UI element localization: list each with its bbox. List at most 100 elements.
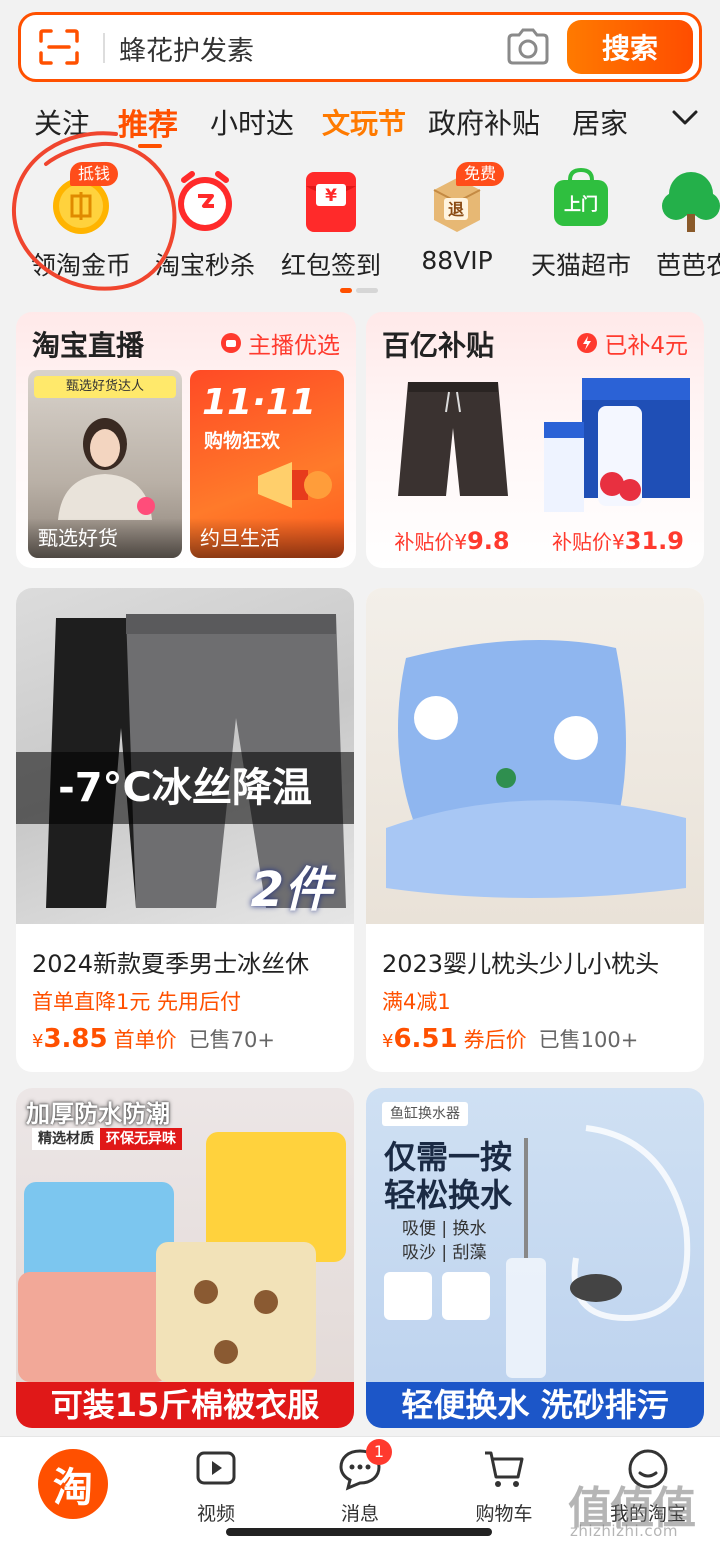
svg-text:上门: 上门 xyxy=(564,194,598,215)
tab-gov-subsidy[interactable]: 政府补贴 xyxy=(428,102,540,142)
scan-icon[interactable] xyxy=(39,29,79,65)
shortcut-badge: 免费 xyxy=(456,162,505,186)
live-caption: 约旦生活 xyxy=(190,518,344,558)
yogurt-box-image xyxy=(544,378,690,512)
shortcut-label: 红包签到 xyxy=(280,251,381,280)
tab-follow[interactable]: 关注 xyxy=(34,102,90,142)
pillow-image xyxy=(386,640,686,898)
search-input[interactable] xyxy=(119,25,499,71)
live-tag-text: 主播优选 xyxy=(248,333,340,359)
shortcut-88vip[interactable]: 退 免费 88VIP xyxy=(394,160,520,278)
product-image[interactable]: 鱼缸换水器 仅需一按 轻松换水 吸便 | 换水 吸沙 | 刮藻 轻便换水 洗砂排… xyxy=(366,1088,704,1428)
search-button[interactable]: 搜索 xyxy=(567,20,693,74)
subsidy-tag: 已补4元 xyxy=(576,326,688,360)
storage-bags-image xyxy=(18,1132,346,1382)
camera-icon[interactable] xyxy=(505,27,551,67)
site-watermark: 值值值 zhizhizhi.com xyxy=(568,1483,696,1540)
live-stream-card[interactable]: 淘宝直播 主播优选 甄选好货达人 甄选好货 11·11 购物狂欢 约旦生活 xyxy=(16,312,356,568)
nav-cart[interactable]: 购物车 xyxy=(454,1447,554,1527)
product-price-line: ¥3.85 首单价 已售70+ xyxy=(32,1024,275,1054)
shortcut-farm[interactable]: 芭芭农 xyxy=(644,160,720,278)
live-badge-icon xyxy=(221,333,241,353)
message-count-badge: 1 xyxy=(366,1439,392,1465)
megaphone-icon xyxy=(258,462,332,508)
subsidy-price: 补贴价¥31.9 xyxy=(552,527,684,555)
shortcut-flash-sale[interactable]: 淘宝秒杀 xyxy=(142,160,268,280)
product-promo: 满4减1 xyxy=(382,990,451,1014)
shortcut-red-packet[interactable]: ¥ 红包签到 xyxy=(268,160,394,280)
tab-festival[interactable]: 文玩节 xyxy=(322,102,406,142)
poster-title: 11·11 xyxy=(202,382,316,423)
tree-icon xyxy=(662,172,720,232)
subsidy-title: 百亿补贴 xyxy=(382,329,495,362)
shortcut-label: 领淘金币 xyxy=(30,251,131,280)
subsidy-card[interactable]: 百亿补贴 已补4元 补贴价¥9.8 补贴价¥31.9 xyxy=(366,312,704,568)
tab-home[interactable]: 居家 xyxy=(572,102,628,142)
live-tag: 主播优选 xyxy=(220,326,340,360)
category-tabs: 关注 推荐 小时达 文玩节 政府补贴 居家 xyxy=(0,96,720,156)
tmall-shopping-bag-icon: 上门 xyxy=(554,167,608,226)
nav-label: 购物车 xyxy=(475,1503,533,1525)
product-card[interactable]: 2023婴儿枕头少儿小枕头 满4减1 ¥6.51 券后价 已售100+ xyxy=(366,588,704,1072)
search-bar: 搜索 xyxy=(18,12,702,82)
product-promo: 首单直降1元 先用后付 xyxy=(32,990,242,1014)
product-card[interactable]: 加厚防水防潮 精选材质 环保无异味 可装15斤棉被衣服 xyxy=(16,1088,354,1428)
product-sold: 已售70+ xyxy=(188,1028,275,1052)
shortcut-label: 淘宝秒杀 xyxy=(154,251,255,280)
shortcut-page-indicator xyxy=(340,288,380,294)
shortcut-gold-coin[interactable]: 抵钱 领淘金币 xyxy=(18,160,144,280)
red-packet-icon: ¥ xyxy=(306,172,356,232)
live-banner: 甄选好货达人 xyxy=(34,376,176,398)
svg-text:退: 退 xyxy=(448,200,464,219)
chevron-down-icon[interactable] xyxy=(670,106,700,130)
live-caption: 甄选好货 xyxy=(28,518,182,558)
flash-sale-clock-icon xyxy=(178,171,232,231)
product-card[interactable]: 鱼缸换水器 仅需一按 轻松换水 吸便 | 换水 吸沙 | 刮藻 轻便换水 洗砂排… xyxy=(366,1088,704,1428)
subsidy-price: 补贴价¥9.8 xyxy=(394,527,510,555)
nav-label: 消息 xyxy=(340,1503,379,1525)
live-title: 淘宝直播 xyxy=(32,329,145,362)
home-indicator xyxy=(226,1528,492,1536)
search-divider xyxy=(103,33,105,63)
shortcut-label: 芭芭农 xyxy=(656,251,720,278)
shortcut-tmall-supermarket[interactable]: 上门 天猫超市 xyxy=(518,160,644,280)
product-name: 2023婴儿枕头少儿小枕头 xyxy=(382,950,660,978)
shorts-image xyxy=(398,382,508,496)
active-tab-indicator xyxy=(138,144,162,148)
shortcut-label: 88VIP xyxy=(421,246,493,275)
product-card[interactable]: -7°C冰丝降温 2件 2024新款夏季男士冰丝休 首单直降1元 先用后付 ¥3… xyxy=(16,588,354,1072)
product-sold: 已售100+ xyxy=(538,1028,639,1052)
taobao-home-icon[interactable]: 淘 xyxy=(38,1449,108,1519)
svg-text:¥: ¥ xyxy=(325,186,337,206)
product-overlay-headline: -7°C冰丝降温 xyxy=(16,752,354,824)
subsidy-item[interactable]: 补贴价¥9.8 xyxy=(372,370,532,560)
cart-icon xyxy=(485,1451,524,1487)
live-thumbnail[interactable]: 11·11 购物狂欢 约旦生活 xyxy=(190,370,344,558)
product-image[interactable]: -7°C冰丝降温 2件 xyxy=(16,588,354,924)
product-image[interactable] xyxy=(366,588,704,924)
product-price: 6.51 xyxy=(393,1024,458,1054)
product-image[interactable]: 加厚防水防潮 精选材质 环保无异味 可装15斤棉被衣服 xyxy=(16,1088,354,1428)
tab-recommend[interactable]: 推荐 xyxy=(118,100,178,144)
shortcut-badge: 抵钱 xyxy=(70,162,119,186)
tab-hourly-delivery[interactable]: 小时达 xyxy=(210,102,294,142)
nav-video[interactable]: 视频 xyxy=(166,1447,266,1527)
subsidy-tag-text: 已补4元 xyxy=(604,333,688,359)
shortcut-label: 天猫超市 xyxy=(530,251,631,280)
product-feature: 吸便 | 换水 xyxy=(402,1219,487,1239)
product-overlay-count: 2件 xyxy=(250,862,332,918)
product-name: 2024新款夏季男士冰丝休 xyxy=(32,950,310,978)
lightning-icon xyxy=(577,333,598,353)
nav-messages[interactable]: 1 消息 xyxy=(310,1439,410,1527)
product-price-line: ¥6.51 券后价 已售100+ xyxy=(382,1024,639,1054)
product-chip: 鱼缸换水器 xyxy=(382,1102,468,1126)
streamer-figure xyxy=(58,418,155,520)
shortcut-row: 抵钱 领淘金币 淘宝秒杀 ¥ 红包签到 退 免费 88VIP 上门 天猫超市 芭… xyxy=(0,160,720,280)
product-banner: 可装15斤棉被衣服 xyxy=(16,1382,354,1428)
subsidy-item[interactable]: 补贴价¥31.9 xyxy=(538,370,698,560)
product-price: 3.85 xyxy=(43,1024,108,1054)
product-banner: 轻便换水 洗砂排污 xyxy=(366,1382,704,1428)
scraper-thumb xyxy=(442,1272,490,1320)
product-feature: 吸沙 | 刮藻 xyxy=(402,1243,487,1263)
live-thumbnail[interactable]: 甄选好货达人 甄选好货 xyxy=(28,370,182,558)
